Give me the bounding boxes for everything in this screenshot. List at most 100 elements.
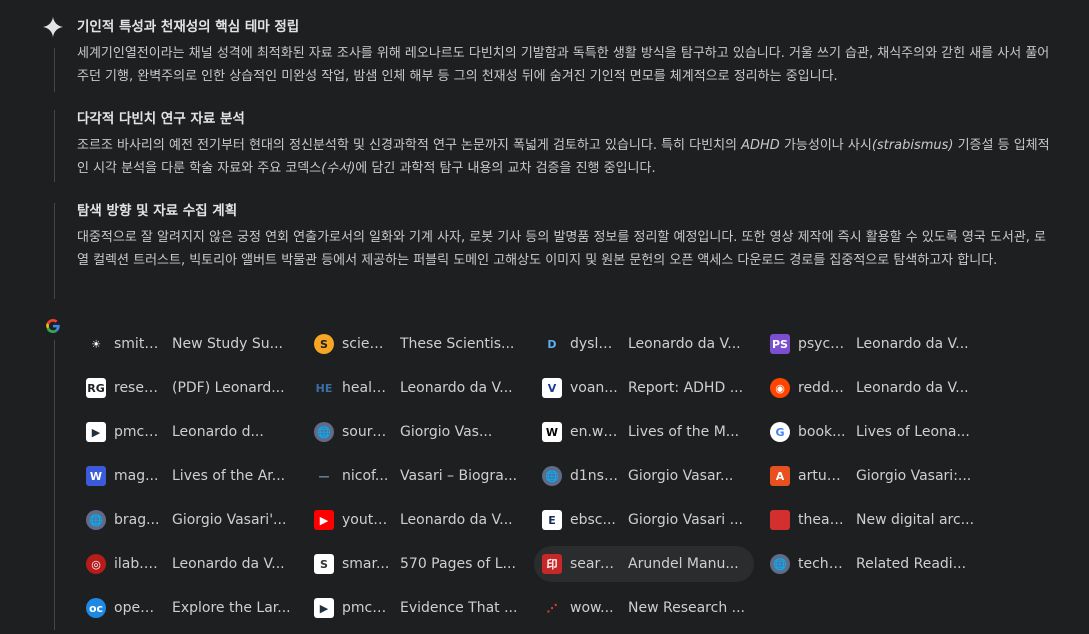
source-chip[interactable]: HE healt... Leonardo da V... [306, 370, 526, 406]
theart-icon: ■ [770, 510, 790, 530]
source-chip[interactable]: Wmag... Lives of the Ar... [78, 458, 298, 494]
source-domain: reddi... [798, 380, 846, 396]
source-chip[interactable]: ◉ reddi... Leonardo da V... [762, 370, 982, 406]
source-chip[interactable]: 🌐 d1nsv... Giorgio Vasar... [534, 458, 754, 494]
thought-section: 기인적 특성과 천재성의 핵심 테마 정립 세계기인열전이라는 채널 성격에 최… [77, 17, 1057, 88]
source-chip[interactable]: Eebsc... Giorgio Vasari ... [534, 502, 754, 538]
voa-icon: V [542, 378, 562, 398]
source-chip[interactable]: Wen.wi... Lives of the M... [534, 414, 754, 450]
source-chip[interactable]: 🌐 source... Giorgio Vas... [306, 414, 526, 450]
timeline-line [54, 340, 55, 630]
source-title: Lives of the M... [628, 424, 740, 440]
source-title: Giorgio Vasari:... [856, 468, 972, 484]
ebsco-icon: E [542, 510, 562, 530]
section-title: 다각적 다빈치 연구 자료 분석 [77, 111, 245, 127]
source-chip[interactable]: 印 searc... Arundel Manu... [534, 546, 754, 582]
globe-icon: 🌐 [770, 554, 790, 574]
dyslexia-icon: D [542, 334, 562, 354]
source-chip[interactable]: Gbook... Lives of Leona... [762, 414, 982, 450]
source-chip[interactable]: ▶ youtu... Leonardo da V... [306, 502, 526, 538]
section-body: 대중적으로 잘 알려지지 않은 궁정 연회 연출가로서의 일화와 기계 사자, … [77, 226, 1057, 272]
source-chip[interactable]: Sscien... These Scientis... [306, 326, 526, 362]
source-chip[interactable]: Aartuk... Giorgio Vasari:... [762, 458, 982, 494]
source-domain: voan... [570, 380, 618, 396]
source-title: Report: ADHD ... [628, 380, 744, 396]
thought-section: 탐색 방향 및 자료 수집 계획 대중적으로 잘 알려지지 않은 궁정 연회 연… [77, 201, 1057, 272]
ilab-icon: ◎ [86, 554, 106, 574]
source-chip[interactable]: 🌐 brag... Giorgio Vasari'... [78, 502, 298, 538]
source-title: New digital arc... [856, 512, 975, 528]
body-text: 가능성이나 사시 [779, 138, 872, 153]
section-title: 기인적 특성과 천재성의 핵심 테마 정립 [77, 19, 300, 35]
source-domain: psych... [798, 336, 846, 352]
source-chip[interactable]: Vvoan... Report: ADHD ... [534, 370, 754, 406]
source-chip[interactable]: ☀ smith... New Study Su... [78, 326, 298, 362]
source-title: Giorgio Vasar... [628, 468, 734, 484]
source-domain: scien... [342, 336, 390, 352]
section-body: 세계기인열전이라는 채널 성격에 최적화된 자료 조사를 위해 레오나르도 다빈… [77, 42, 1057, 88]
source-title: Giorgio Vasari ... [628, 512, 743, 528]
source-title: Explore the Lar... [172, 600, 291, 616]
source-domain: pmc.nc... [114, 424, 162, 440]
source-title: Giorgio Vas... [400, 424, 493, 440]
search-archive-icon: 印 [542, 554, 562, 574]
source-chip[interactable]: ⋰ wow... New Research ... [534, 590, 754, 626]
google-icon [46, 319, 60, 333]
source-domain: wow... [570, 600, 614, 616]
italic-text: (수서) [321, 161, 356, 176]
source-chip[interactable]: Ddysle... Leonardo da V... [534, 326, 754, 362]
source-chip[interactable]: ▶ pmc.... Evidence That ... [306, 590, 526, 626]
source-title: Leonardo da V... [628, 336, 741, 352]
source-title: Related Readi... [856, 556, 967, 572]
source-title: Giorgio Vasari'... [172, 512, 287, 528]
artuk-icon: A [770, 466, 790, 486]
source-title: These Scientis... [400, 336, 515, 352]
source-chip[interactable]: PS psych... Leonardo da V... [762, 326, 982, 362]
source-domain: ilab.o... [114, 556, 162, 572]
researchgate-icon: RG [86, 378, 106, 398]
source-title: New Study Su... [172, 336, 283, 352]
source-title: Leonardo da V... [856, 380, 969, 396]
pmc-icon: ▶ [86, 422, 106, 442]
source-domain: en.wi... [570, 424, 618, 440]
wow-icon: ⋰ [542, 598, 562, 618]
source-domain: healt... [342, 380, 390, 396]
source-domain: ebsc... [570, 512, 616, 528]
body-text: 대중적으로 잘 알려지지 않은 궁정 연회 연출가로서의 일화와 기계 사자, … [77, 230, 1046, 268]
source-title: Leonardo da V... [856, 336, 969, 352]
source-chip[interactable]: — nicof... Vasari – Biogra... [306, 458, 526, 494]
section-title: 탐색 방향 및 자료 수집 계획 [77, 203, 238, 219]
source-domain: mag... [114, 468, 159, 484]
source-title: Vasari – Biogra... [400, 468, 518, 484]
wordpress-icon: W [86, 466, 106, 486]
source-domain: artuk... [798, 468, 846, 484]
source-chip[interactable]: Ssmar... 570 Pages of L... [306, 546, 526, 582]
wikipedia-icon: W [542, 422, 562, 442]
source-domain: smar... [342, 556, 390, 572]
youtube-icon: ▶ [314, 510, 334, 530]
source-title: Leonardo da V... [400, 512, 513, 528]
italic-text: (strabismus) [871, 138, 954, 153]
source-title: New Research ... [628, 600, 746, 616]
source-chip[interactable]: ◎ ilab.o... Leonardo da V... [78, 546, 298, 582]
reddit-icon: ◉ [770, 378, 790, 398]
source-domain: smith... [114, 336, 162, 352]
source-chip[interactable]: 🌐 teche... Related Readi... [762, 546, 982, 582]
source-domain: thear... [798, 512, 846, 528]
source-title: Arundel Manu... [628, 556, 739, 572]
openculture-icon: oc [86, 598, 106, 618]
source-title: Evidence That ... [400, 600, 518, 616]
source-title: 570 Pages of L... [400, 556, 516, 572]
source-domain: open... [114, 600, 162, 616]
google-books-icon: G [770, 422, 790, 442]
source-title: Leonardo da V... [172, 556, 285, 572]
timeline-line [54, 110, 55, 182]
source-chip[interactable]: RG resea... (PDF) Leonard... [78, 370, 298, 406]
smarthistory-icon: S [314, 554, 334, 574]
source-chip[interactable]: oc open... Explore the Lar... [78, 590, 298, 626]
source-title: Leonardo d... [172, 424, 264, 440]
source-chip[interactable]: ■ thear... New digital arc... [762, 502, 982, 538]
source-chip[interactable]: ▶ pmc.nc... Leonardo d... [78, 414, 298, 450]
italic-text: ADHD [741, 138, 780, 153]
thought-section: 다각적 다빈치 연구 자료 분석 조르조 바사리의 예전 전기부터 현대의 정신… [77, 109, 1057, 180]
